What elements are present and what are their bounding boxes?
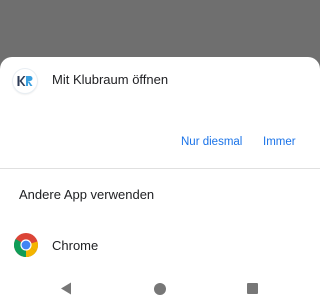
home-circle-icon[interactable] — [154, 283, 166, 295]
open-with-bottom-sheet: Mit Klubraum öffnen Nur diesmal Immer An… — [0, 57, 320, 306]
just-once-button[interactable]: Nur diesmal — [181, 136, 242, 148]
open-with-app-title: Mit Klubraum öffnen — [52, 72, 169, 87]
app-option-chrome-label: Chrome — [52, 238, 99, 253]
recents-square-icon[interactable] — [247, 283, 258, 294]
system-navigation-bar — [0, 271, 320, 306]
app-option-chrome[interactable]: Chrome — [0, 227, 320, 263]
divider — [0, 168, 320, 169]
klubraum-logo-icon — [13, 69, 37, 93]
chrome-icon — [13, 233, 38, 258]
always-button[interactable]: Immer — [263, 136, 296, 148]
other-app-heading: Andere App verwenden — [19, 187, 155, 202]
back-triangle-icon[interactable] — [60, 282, 72, 295]
